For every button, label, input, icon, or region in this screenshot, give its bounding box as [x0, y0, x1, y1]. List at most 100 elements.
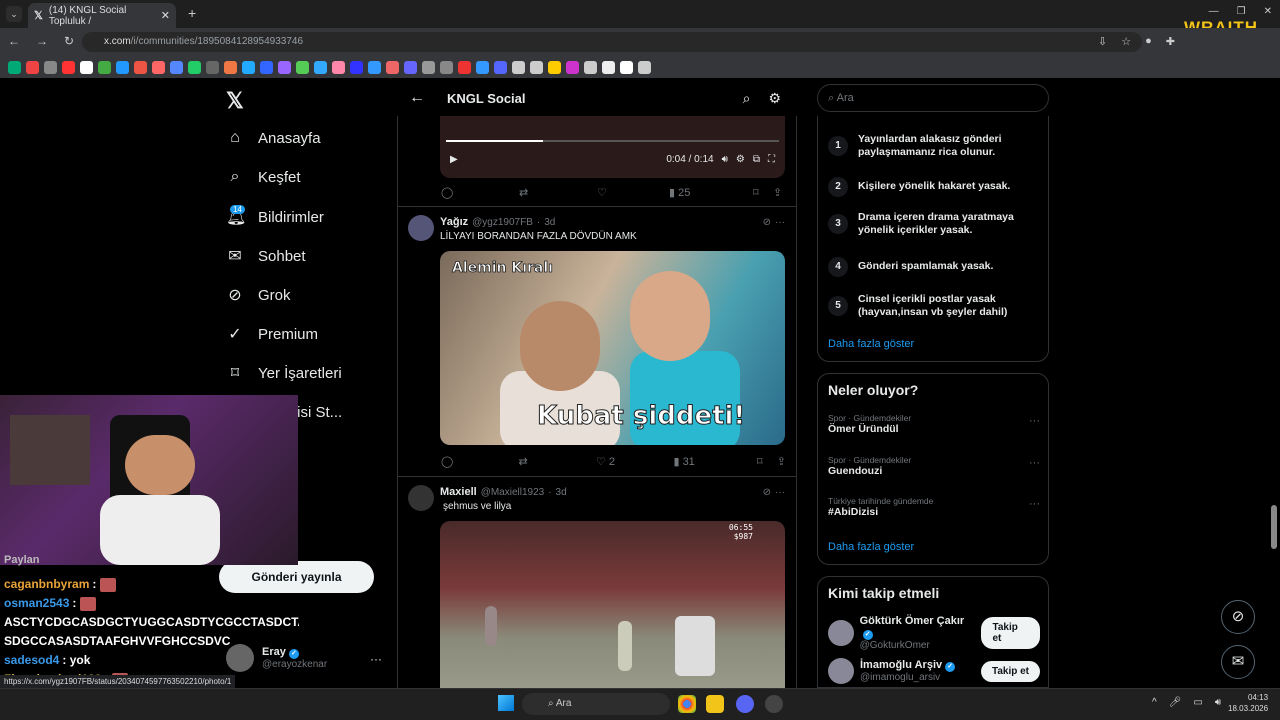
messages-fab-icon[interactable]: ✉: [1221, 645, 1255, 679]
more-icon[interactable]: ···: [775, 487, 785, 498]
more-icon[interactable]: ···: [1029, 415, 1040, 427]
discord-icon[interactable]: [736, 695, 754, 713]
bookmark-favicon-icon[interactable]: [242, 60, 255, 74]
puzzle-icon[interactable]: ✚: [1166, 35, 1175, 48]
bookmark-favicon-icon[interactable]: [80, 60, 93, 74]
sidebar-item-6[interactable]: ✓ Premium: [226, 324, 318, 344]
bookmark-favicon-icon[interactable]: [332, 60, 345, 74]
scrollbar-thumb[interactable]: [1271, 505, 1277, 549]
forward-icon[interactable]: →: [36, 34, 48, 48]
bookmark-favicon-icon[interactable]: [638, 60, 651, 74]
bookmark-favicon-icon[interactable]: [476, 60, 489, 74]
reply-icon[interactable]: ◯: [441, 455, 518, 468]
rules-show-more-link[interactable]: Daha fazla göster: [828, 338, 914, 350]
share-icon[interactable]: ⇪: [773, 186, 782, 199]
repost-icon[interactable]: ⇄: [519, 186, 597, 199]
mic-icon[interactable]: 🎤︎: [1169, 697, 1182, 708]
bookmark-favicon-icon[interactable]: [566, 60, 579, 74]
volume-icon[interactable]: 🔊︎: [722, 154, 728, 165]
close-window-icon[interactable]: ✕: [1264, 6, 1272, 17]
bookmark-favicon-icon[interactable]: [26, 60, 39, 74]
author-handle[interactable]: @Maxiell1923: [481, 487, 545, 498]
close-icon[interactable]: ✕: [161, 9, 170, 22]
bookmark-favicon-icon[interactable]: [458, 60, 471, 74]
volume-icon[interactable]: 🔊︎: [1215, 697, 1221, 708]
follow-name[interactable]: Göktürk Ömer Çakır ✓: [860, 615, 976, 640]
share-icon[interactable]: ⇪: [777, 455, 786, 468]
bookmark-favicon-icon[interactable]: [62, 60, 75, 74]
avatar[interactable]: [828, 620, 854, 646]
bookmark-favicon-icon[interactable]: [260, 60, 273, 74]
new-tab-button[interactable]: +: [188, 5, 196, 21]
video-player[interactable]: ▶ 0:04 / 0:14 🔊︎ ⚙ ⧉ ⛶: [440, 116, 785, 178]
bookmark-favicon-icon[interactable]: [134, 60, 147, 74]
trend-item[interactable]: Spor · Gündemdekiler Ömer Üründül ···: [828, 413, 1040, 435]
sidebar-item-1[interactable]: ⌂ Anasayfa: [226, 129, 320, 147]
bookmark-favicon-icon[interactable]: [440, 60, 453, 74]
browser-tab[interactable]: 𝕏 (14) KNGL Social Topluluk / ✕: [28, 3, 176, 28]
extension-icon[interactable]: ●: [1145, 35, 1152, 48]
avatar[interactable]: [408, 485, 434, 511]
bookmark-favicon-icon[interactable]: [386, 60, 399, 74]
bookmark-favicon-icon[interactable]: [44, 60, 57, 74]
bookmark-favicon-icon[interactable]: [368, 60, 381, 74]
bookmark-favicon-icon[interactable]: [98, 60, 111, 74]
bookmark-favicon-icon[interactable]: [314, 60, 327, 74]
x-logo-icon[interactable]: 𝕏: [226, 88, 244, 114]
views-stat[interactable]: ▮ 31: [673, 455, 756, 468]
bookmark-favicon-icon[interactable]: [512, 60, 525, 74]
bookmark-favicon-icon[interactable]: [548, 60, 561, 74]
bookmark-icon[interactable]: ⌑: [753, 186, 773, 199]
fullscreen-icon[interactable]: ⛶: [768, 154, 775, 165]
gear-icon[interactable]: ⚙: [768, 90, 781, 107]
star-icon[interactable]: ☆: [1121, 35, 1131, 48]
grok-icon[interactable]: ⊘: [763, 487, 771, 498]
settings-icon[interactable]: ⚙: [736, 154, 745, 165]
sidebar-item-4[interactable]: ✉ Sohbet: [226, 246, 305, 266]
bookmark-favicon-icon[interactable]: [404, 60, 417, 74]
search-icon[interactable]: ⌕: [743, 90, 751, 107]
bookmark-favicon-icon[interactable]: [206, 60, 219, 74]
taskbar-clock[interactable]: 04:13 18.03.2026: [1228, 692, 1268, 714]
back-arrow-icon[interactable]: ←: [409, 89, 425, 107]
bookmark-favicon-icon[interactable]: [8, 60, 21, 74]
trend-item[interactable]: Spor · Gündemdekiler Guendouzi ···: [828, 455, 1040, 477]
post-image[interactable]: Alemin Kıralı Kubat şiddeti!: [440, 251, 785, 445]
windows-start-icon[interactable]: [498, 695, 514, 711]
bookmark-favicon-icon[interactable]: [116, 60, 129, 74]
back-icon[interactable]: ←: [8, 34, 20, 48]
bookmark-favicon-icon[interactable]: [350, 60, 363, 74]
repost-icon[interactable]: ⇄: [518, 455, 595, 468]
bookmark-favicon-icon[interactable]: [224, 60, 237, 74]
bookmark-icon[interactable]: ⌑: [757, 455, 777, 468]
bookmark-favicon-icon[interactable]: [170, 60, 183, 74]
author-name[interactable]: Yağız: [440, 216, 468, 228]
like-icon[interactable]: ♡ 2: [596, 455, 673, 468]
taskbar-search[interactable]: ⌕ Ara: [522, 693, 670, 715]
sidebar-item-2[interactable]: ⌕ Keşfet: [226, 168, 301, 186]
post-time[interactable]: 3d: [544, 217, 555, 228]
grok-icon[interactable]: ⊘: [763, 217, 771, 228]
reply-icon[interactable]: ◯: [441, 186, 519, 199]
trend-item[interactable]: Türkiye tarihinde gündemde #AbiDizisi ···: [828, 496, 1040, 518]
bookmark-favicon-icon[interactable]: [188, 60, 201, 74]
more-icon[interactable]: ···: [370, 652, 382, 666]
bookmark-favicon-icon[interactable]: [530, 60, 543, 74]
post-time[interactable]: 3d: [556, 487, 567, 498]
chrome-icon[interactable]: [678, 695, 696, 713]
tab-search-button[interactable]: ⌄: [6, 6, 22, 22]
bookmark-favicon-icon[interactable]: [620, 60, 633, 74]
more-icon[interactable]: ···: [1029, 457, 1040, 469]
like-icon[interactable]: ♡: [597, 186, 669, 199]
bookmark-favicon-icon[interactable]: [422, 60, 435, 74]
chevron-up-icon[interactable]: ^: [1152, 697, 1157, 708]
follow-button[interactable]: Takip et: [980, 660, 1040, 682]
trends-show-more-link[interactable]: Daha fazla göster: [828, 541, 914, 553]
views-stat[interactable]: ▮ 25: [669, 186, 753, 199]
url-input[interactable]: x.com/i/communities/1895084128954933746: [82, 32, 1142, 52]
avatar[interactable]: [408, 215, 434, 241]
app-icon[interactable]: [765, 695, 783, 713]
bookmark-favicon-icon[interactable]: [584, 60, 597, 74]
play-icon[interactable]: ▶: [450, 154, 458, 165]
more-icon[interactable]: ···: [775, 217, 785, 228]
